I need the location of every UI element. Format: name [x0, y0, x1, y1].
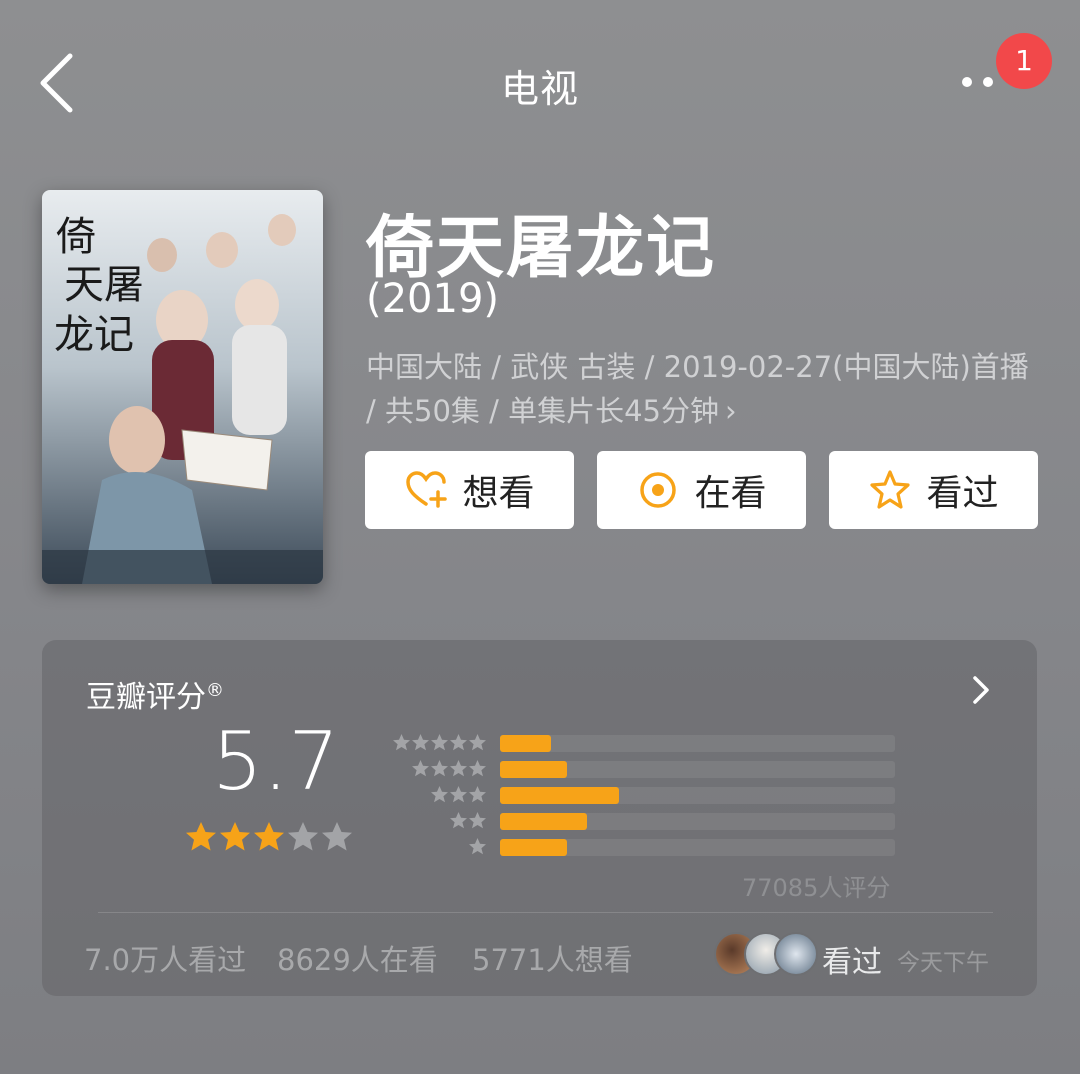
- mini-star-icon: [469, 760, 486, 777]
- chevron-right-icon[interactable]: [967, 670, 995, 710]
- movie-meta[interactable]: 中国大陆 / 武侠 古装 / 2019-02-27(中国大陆)首播 / 共50集…: [366, 345, 1036, 433]
- divider: [98, 912, 993, 913]
- rating-stars: [184, 820, 354, 854]
- rating-bar-fill: [500, 813, 587, 830]
- rating-bar-track: [500, 787, 895, 804]
- watched-button[interactable]: 看过: [829, 451, 1038, 529]
- notification-badge: 1: [996, 33, 1052, 89]
- watching-count: 8629人在看: [277, 943, 438, 977]
- want-to-watch-button[interactable]: 想看: [365, 451, 574, 529]
- rating-bar-track: [500, 735, 895, 752]
- rating-bar-fill: [500, 761, 568, 778]
- rating-score: 5.7: [212, 715, 340, 808]
- mini-star-icon: [450, 760, 467, 777]
- nav-header: 电视 1: [0, 0, 1080, 160]
- friend-avatars[interactable]: [714, 932, 818, 976]
- mini-star-icon: [469, 838, 486, 855]
- rating-row-1-star: [387, 837, 897, 857]
- watched-count: 7.0万人看过: [84, 943, 247, 977]
- rating-title-text: 豆瓣评分: [86, 680, 206, 715]
- friends-watched-time: 今天下午: [897, 950, 989, 976]
- mini-star-icon: [469, 812, 486, 829]
- mini-star-icon: [431, 786, 448, 803]
- star-empty-icon: [288, 822, 318, 851]
- rating-card[interactable]: 豆瓣评分® 5.7 77085人评分 7.0万人看过 8629人在看 5771人…: [42, 640, 1037, 996]
- star-outline-icon: [870, 470, 911, 509]
- rating-row-stars: [468, 837, 487, 856]
- rating-row-stars: [449, 811, 487, 830]
- watched-label: 看过: [926, 473, 999, 514]
- rating-row-stars: [411, 759, 487, 778]
- rating-row-5-star: [387, 733, 897, 753]
- svg-text:龙记: 龙记: [54, 312, 134, 358]
- movie-meta-text: 中国大陆 / 武侠 古装 / 2019-02-27(中国大陆)首播 / 共50集…: [366, 350, 1029, 428]
- rating-bar-track: [500, 813, 895, 830]
- mini-star-icon: [469, 734, 486, 751]
- target-circle-icon: [640, 472, 677, 508]
- watching-button[interactable]: 在看: [597, 451, 806, 529]
- rating-bar-fill: [500, 787, 619, 804]
- rating-title: 豆瓣评分®: [86, 672, 224, 716]
- rating-bar-fill: [500, 839, 568, 856]
- watching-label: 在看: [694, 473, 767, 514]
- movie-year: (2019): [366, 276, 500, 322]
- star-filled-icon: [254, 822, 284, 851]
- mini-star-icon: [450, 786, 467, 803]
- mini-star-icon: [450, 812, 467, 829]
- friends-watched-label: 看过: [822, 945, 882, 980]
- dot-icon: [983, 77, 993, 87]
- rating-bar-fill: [500, 735, 552, 752]
- mini-star-icon: [431, 760, 448, 777]
- dot-icon: [962, 77, 972, 87]
- mini-star-icon: [450, 734, 467, 751]
- rating-count: 77085人评分: [742, 874, 891, 902]
- svg-text:天屠: 天屠: [64, 262, 144, 308]
- svg-text:倚: 倚: [56, 214, 96, 260]
- rating-row-4-star: [387, 759, 897, 779]
- rating-row-stars: [430, 785, 487, 804]
- registered-mark: ®: [206, 680, 224, 701]
- rating-row-3-star: [387, 785, 897, 805]
- mini-star-icon: [469, 786, 486, 803]
- poster-image[interactable]: 倚 天屠 龙记: [42, 190, 323, 584]
- mini-star-icon: [393, 734, 410, 751]
- avatar: [774, 932, 818, 976]
- poster-art: 倚 天屠 龙记: [42, 190, 323, 584]
- chevron-right-icon: ›: [725, 394, 737, 428]
- star-filled-icon: [186, 822, 216, 851]
- want-to-watch-label: 想看: [462, 473, 535, 514]
- rating-bar-track: [500, 761, 895, 778]
- star-filled-icon: [220, 822, 250, 851]
- rating-bar-track: [500, 839, 895, 856]
- rating-row-stars: [392, 733, 487, 752]
- rating-row-2-star: [387, 811, 897, 831]
- star-empty-icon: [322, 822, 352, 851]
- want-count: 5771人想看: [472, 943, 633, 977]
- page-title: 电视: [500, 67, 579, 111]
- mini-star-icon: [412, 734, 429, 751]
- mini-star-icon: [412, 760, 429, 777]
- heart-plus-icon: [406, 471, 448, 508]
- mini-star-icon: [431, 734, 448, 751]
